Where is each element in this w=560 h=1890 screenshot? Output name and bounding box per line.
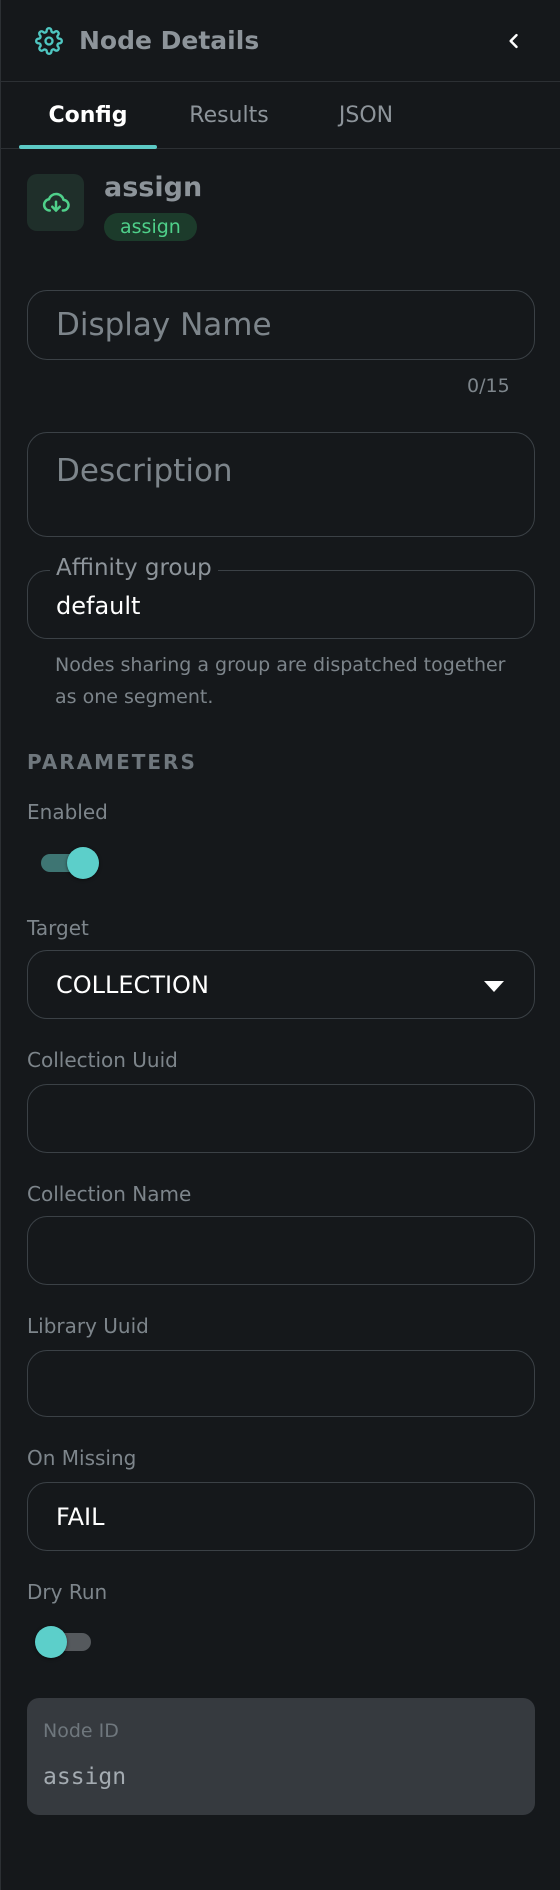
collection-name-value [28,1217,56,1245]
enabled-toggle[interactable] [27,843,99,883]
affinity-group-input[interactable]: Affinity group default [27,555,535,639]
node-type-icon-box [27,174,84,231]
library-uuid-label: Library Uuid [27,1314,149,1338]
target-label: Target [27,916,89,940]
enabled-label: Enabled [27,800,108,824]
collection-uuid-value [28,1085,56,1113]
collection-uuid-input[interactable] [27,1084,535,1153]
target-select[interactable]: COLLECTION [27,950,535,1019]
panel-header: Node Details [1,0,560,82]
dry-run-label: Dry Run [27,1580,108,1604]
affinity-group-value: default [56,591,141,620]
description-input[interactable]: Description [27,432,535,537]
library-uuid-value [28,1351,56,1379]
on-missing-value: FAIL [56,1502,105,1531]
node-name: assign [104,172,203,203]
affinity-group-helper: Nodes sharing a group are dispatched tog… [55,654,506,708]
node-type-badge: assign [104,213,197,241]
gear-icon [35,26,63,55]
caret-down-icon [484,981,504,992]
tab-config[interactable]: Config [19,82,157,149]
display-name-input[interactable]: Display Name [27,290,535,360]
dry-run-toggle[interactable] [27,1622,91,1662]
tab-json[interactable]: JSON [301,82,431,148]
enabled-toggle-thumb [67,847,99,879]
library-uuid-input[interactable] [27,1350,535,1417]
node-id-value: assign [43,1764,127,1790]
on-missing-input[interactable]: FAIL [27,1482,535,1551]
on-missing-label: On Missing [27,1446,137,1470]
cloud-download-icon [42,192,70,212]
dry-run-toggle-thumb [35,1626,67,1658]
node-details-panel: Node Details Config Results JSON assign … [0,0,560,1890]
panel-title: Node Details [79,26,260,55]
description-placeholder: Description [56,453,233,489]
node-summary: assign assign [27,172,202,241]
collection-name-input[interactable] [27,1216,535,1285]
chevron-left-icon [509,33,518,48]
node-id-label: Node ID [43,1720,119,1742]
display-name-counter: 0/15 [467,375,510,397]
collection-name-label: Collection Name [27,1182,192,1206]
target-select-value: COLLECTION [56,970,209,999]
display-name-placeholder: Display Name [56,307,272,343]
affinity-group-label: Affinity group [50,555,218,581]
parameters-section-title: PARAMETERS [27,750,197,774]
collapse-panel-button[interactable] [496,23,532,59]
collection-uuid-label: Collection Uuid [27,1048,178,1072]
node-meta: assign assign [104,172,202,241]
tab-bar: Config Results JSON [1,82,560,149]
tab-results[interactable]: Results [157,82,301,148]
node-id-card: Node ID assign [27,1698,535,1815]
